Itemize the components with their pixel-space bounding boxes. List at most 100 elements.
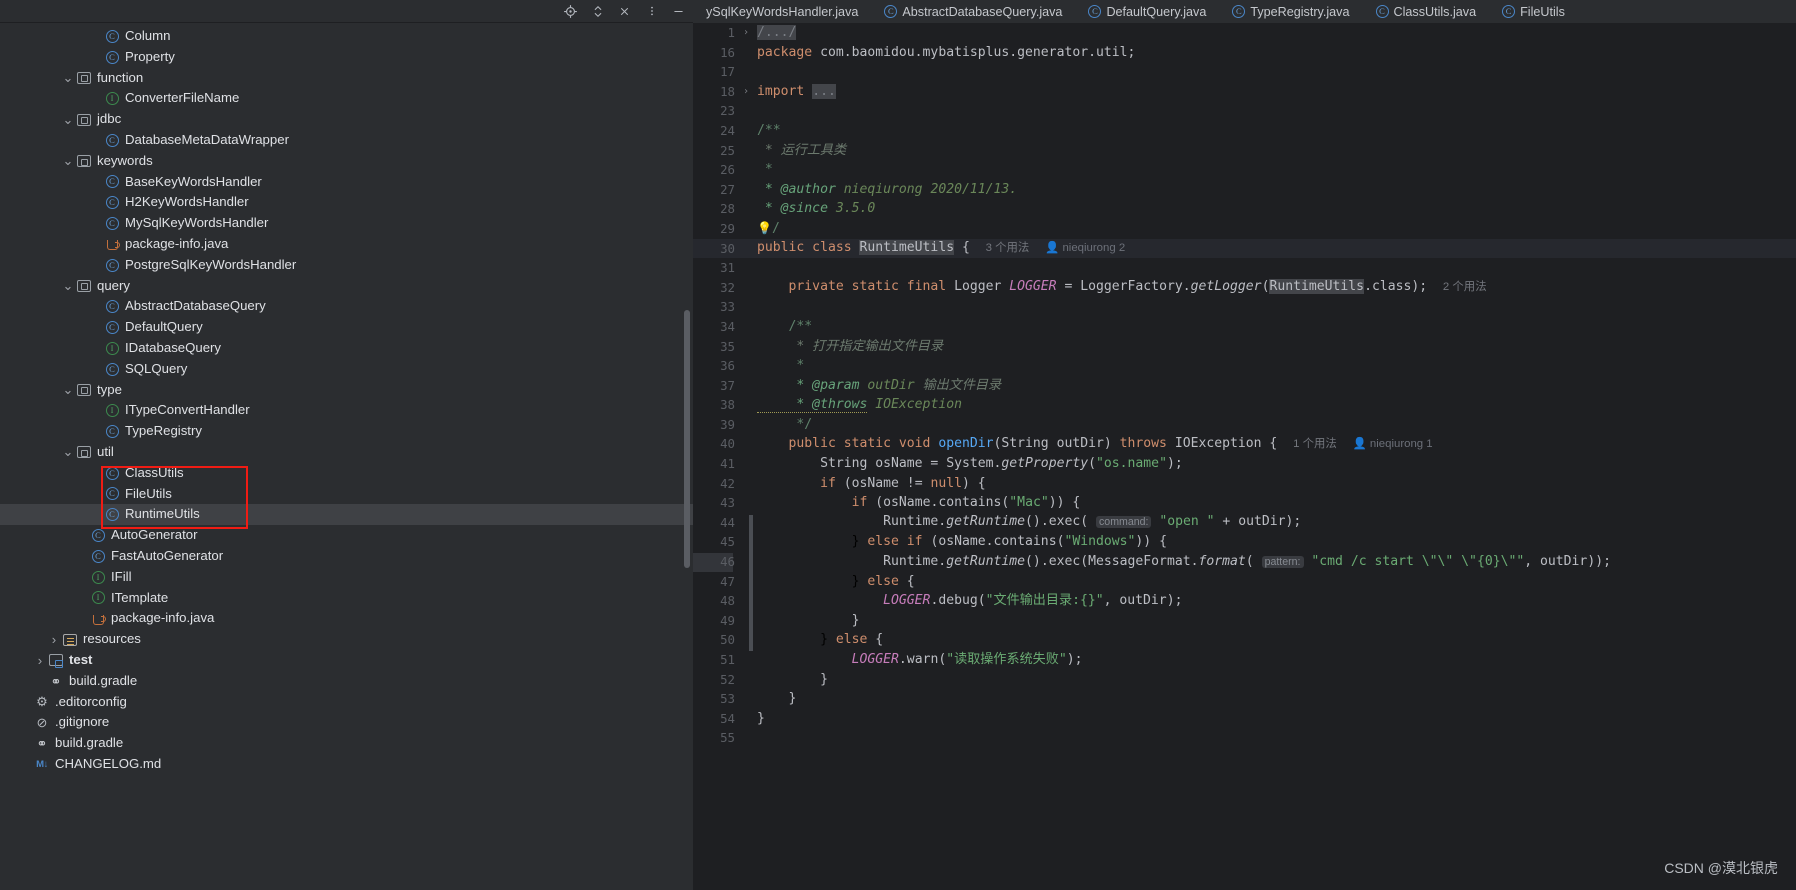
code-line[interactable]: 39 */ bbox=[693, 415, 1796, 435]
folded-comment[interactable]: /.../ bbox=[757, 25, 797, 40]
editor-tab-bar[interactable]: ySqlKeyWordsHandler.java C AbstractDatabas… bbox=[693, 0, 1796, 23]
code-line[interactable]: 48 LOGGER.debug("文件输出目录:{}", outDir); bbox=[693, 591, 1796, 611]
author-hint[interactable]: 👤 nieqiurong 2 bbox=[1045, 242, 1125, 254]
tree-item-autogenerator[interactable]: ›CAutoGenerator bbox=[0, 525, 693, 546]
close-icon[interactable] bbox=[616, 3, 633, 20]
tree-item-postgresqlkeywordshandler[interactable]: ›CPostgreSqlKeyWordsHandler bbox=[0, 255, 693, 276]
tree-item-classutils[interactable]: ›CClassUtils bbox=[0, 463, 693, 484]
code-line[interactable]: 45 } else if (osName.contains("Windows")… bbox=[693, 532, 1796, 552]
tree-item-package-info-java[interactable]: ›package-info.java bbox=[0, 234, 693, 255]
code-line[interactable]: 52 } bbox=[693, 670, 1796, 690]
parameter-hint[interactable]: command: bbox=[1096, 516, 1152, 529]
code-line[interactable]: 53 } bbox=[693, 689, 1796, 709]
chevron-down-icon[interactable]: ⌄ bbox=[62, 153, 74, 168]
code-line[interactable]: 50 } else { bbox=[693, 630, 1796, 650]
code-line[interactable]: 37 * @param outDir 输出文件目录 bbox=[693, 376, 1796, 396]
editor-tab-typeregistry-java[interactable]: C TypeRegistry.java bbox=[1219, 0, 1362, 23]
code-line[interactable]: 41 String osName = System.getProperty("o… bbox=[693, 454, 1796, 474]
tree-item-mysqlkeywordshandler[interactable]: ›CMySqlKeyWordsHandler bbox=[0, 213, 693, 234]
tree-item-property[interactable]: ›CProperty bbox=[0, 47, 693, 68]
fold-arrow-icon[interactable]: › bbox=[739, 82, 753, 102]
code-line[interactable]: 1 › /.../ bbox=[693, 23, 1796, 43]
tree-item-databasemetadatawrapper[interactable]: ›CDatabaseMetaDataWrapper bbox=[0, 130, 693, 151]
project-tree[interactable]: ›CColumn›CProperty⌄function›IConverterFi… bbox=[0, 23, 693, 890]
code-line[interactable]: 44 Runtime.getRuntime().exec( command: "… bbox=[693, 513, 1796, 533]
code-line[interactable]: 34 /** bbox=[693, 317, 1796, 337]
code-line[interactable]: 54 } bbox=[693, 709, 1796, 729]
tree-item-fastautogenerator[interactable]: ›CFastAutoGenerator bbox=[0, 546, 693, 567]
tree-item-itemplate[interactable]: ›IITemplate bbox=[0, 588, 693, 609]
code-line[interactable]: 47 } else { bbox=[693, 572, 1796, 592]
code-line[interactable]: 23 bbox=[693, 101, 1796, 121]
tree-item-runtimeutils[interactable]: ›CRuntimeUtils bbox=[0, 504, 693, 526]
chevron-right-icon[interactable]: › bbox=[48, 632, 60, 647]
code-line[interactable]: 33 bbox=[693, 297, 1796, 317]
chevron-down-icon[interactable]: ⌄ bbox=[62, 382, 74, 397]
tree-item--gitignore[interactable]: ›⊘.gitignore bbox=[0, 712, 693, 733]
code-line[interactable]: 16 package com.baomidou.mybatisplus.gene… bbox=[693, 43, 1796, 63]
tree-item-test[interactable]: › test bbox=[0, 650, 693, 671]
chevron-down-icon[interactable]: ⌄ bbox=[62, 70, 74, 85]
code-line[interactable]: 25 * 运行工具类 bbox=[693, 141, 1796, 161]
locate-icon[interactable] bbox=[562, 3, 579, 20]
code-line[interactable]: 32 private static final Logger LOGGER = … bbox=[693, 278, 1796, 298]
editor-tab-classutils-java[interactable]: C ClassUtils.java bbox=[1363, 0, 1490, 23]
code-line[interactable]: 29 💡/ bbox=[693, 219, 1796, 239]
code-line[interactable]: 26 * bbox=[693, 160, 1796, 180]
code-line[interactable]: 43 if (osName.contains("Mac")) { bbox=[693, 493, 1796, 513]
tree-item-package-info-java[interactable]: ›package-info.java bbox=[0, 608, 693, 629]
tree-item-defaultquery[interactable]: ›CDefaultQuery bbox=[0, 317, 693, 338]
code-line[interactable]: 27 * @author nieqiurong 2020/11/13. bbox=[693, 180, 1796, 200]
more-options-icon[interactable] bbox=[643, 3, 660, 20]
editor-tab-abstractdatabasequery-java[interactable]: C AbstractDatabaseQuery.java bbox=[871, 0, 1075, 23]
code-line[interactable]: 42 if (osName != null) { bbox=[693, 474, 1796, 494]
hide-panel-icon[interactable] bbox=[670, 3, 687, 20]
code-line[interactable]: 24 /** bbox=[693, 121, 1796, 141]
expand-collapse-icon[interactable] bbox=[589, 3, 606, 20]
author-hint[interactable]: 👤 nieqiurong 1 bbox=[1353, 438, 1433, 450]
tree-item-changelog-md[interactable]: ›M↓CHANGELOG.md bbox=[0, 754, 693, 775]
code-editor[interactable]: 1 › /.../ 16 package com.baomidou.mybati… bbox=[693, 23, 1796, 890]
tree-item-resources[interactable]: › resources bbox=[0, 629, 693, 650]
project-tree-scrollbar[interactable] bbox=[684, 310, 690, 568]
tree-item-typeregistry[interactable]: ›CTypeRegistry bbox=[0, 421, 693, 442]
tree-item-build-gradle[interactable]: ›⚭build.gradle bbox=[0, 733, 693, 754]
code-line[interactable]: 40 public static void openDir(String out… bbox=[693, 434, 1796, 454]
parameter-hint[interactable]: pattern: bbox=[1261, 555, 1304, 568]
tree-item-keywords[interactable]: ⌄ keywords bbox=[0, 151, 693, 172]
folded-imports[interactable]: ... bbox=[812, 83, 836, 99]
editor-tab-ysqlkeywordshandler-java[interactable]: ySqlKeyWordsHandler.java bbox=[693, 0, 871, 23]
tree-item-idatabasequery[interactable]: ›IIDatabaseQuery bbox=[0, 338, 693, 359]
code-line[interactable]: 49 } bbox=[693, 611, 1796, 631]
tree-item-column[interactable]: ›CColumn bbox=[0, 26, 693, 47]
tree-item-build-gradle[interactable]: ›⚭build.gradle bbox=[0, 671, 693, 692]
code-line[interactable]: 18 › import ... bbox=[693, 82, 1796, 102]
code-line[interactable]: 55 bbox=[693, 728, 1796, 748]
tree-item--editorconfig[interactable]: ›⚙.editorconfig bbox=[0, 692, 693, 713]
code-line[interactable]: 35 * 打开指定输出文件目录 bbox=[693, 337, 1796, 357]
fold-arrow-icon[interactable]: › bbox=[739, 23, 753, 43]
tree-item-query[interactable]: ⌄ query bbox=[0, 276, 693, 297]
code-line[interactable]: 36 * bbox=[693, 356, 1796, 376]
usage-hint[interactable]: 1 个用法 bbox=[1293, 438, 1337, 450]
intention-bulb-icon[interactable]: 💡 bbox=[757, 221, 772, 235]
code-line[interactable]: 31 bbox=[693, 258, 1796, 278]
tree-item-util[interactable]: ⌄ util bbox=[0, 442, 693, 463]
editor-tab-defaultquery-java[interactable]: C DefaultQuery.java bbox=[1075, 0, 1219, 23]
tree-item-sqlquery[interactable]: ›CSQLQuery bbox=[0, 359, 693, 380]
code-line[interactable]: 30 public class RuntimeUtils { 3 个用法 👤 n… bbox=[693, 238, 1796, 259]
chevron-down-icon[interactable]: ⌄ bbox=[62, 112, 74, 127]
usage-hint[interactable]: 3 个用法 bbox=[986, 242, 1030, 254]
tree-item-fileutils[interactable]: ›CFileUtils bbox=[0, 484, 693, 505]
tree-item-type[interactable]: ⌄ type bbox=[0, 380, 693, 401]
code-line[interactable]: 28 * @since 3.5.0 bbox=[693, 199, 1796, 219]
code-line[interactable]: 17 bbox=[693, 62, 1796, 82]
tree-item-h2keywordshandler[interactable]: ›CH2KeyWordsHandler bbox=[0, 192, 693, 213]
tree-item-converterfilename[interactable]: ›IConverterFileName bbox=[0, 88, 693, 109]
chevron-right-icon[interactable]: › bbox=[34, 653, 46, 668]
tree-item-ifill[interactable]: ›IIFill bbox=[0, 567, 693, 588]
code-line[interactable]: 46 Runtime.getRuntime().exec(MessageForm… bbox=[693, 552, 1796, 572]
code-line[interactable]: 38 * @throws IOException bbox=[693, 395, 1796, 415]
chevron-down-icon[interactable]: ⌄ bbox=[62, 278, 74, 293]
tree-item-function[interactable]: ⌄ function bbox=[0, 68, 693, 89]
